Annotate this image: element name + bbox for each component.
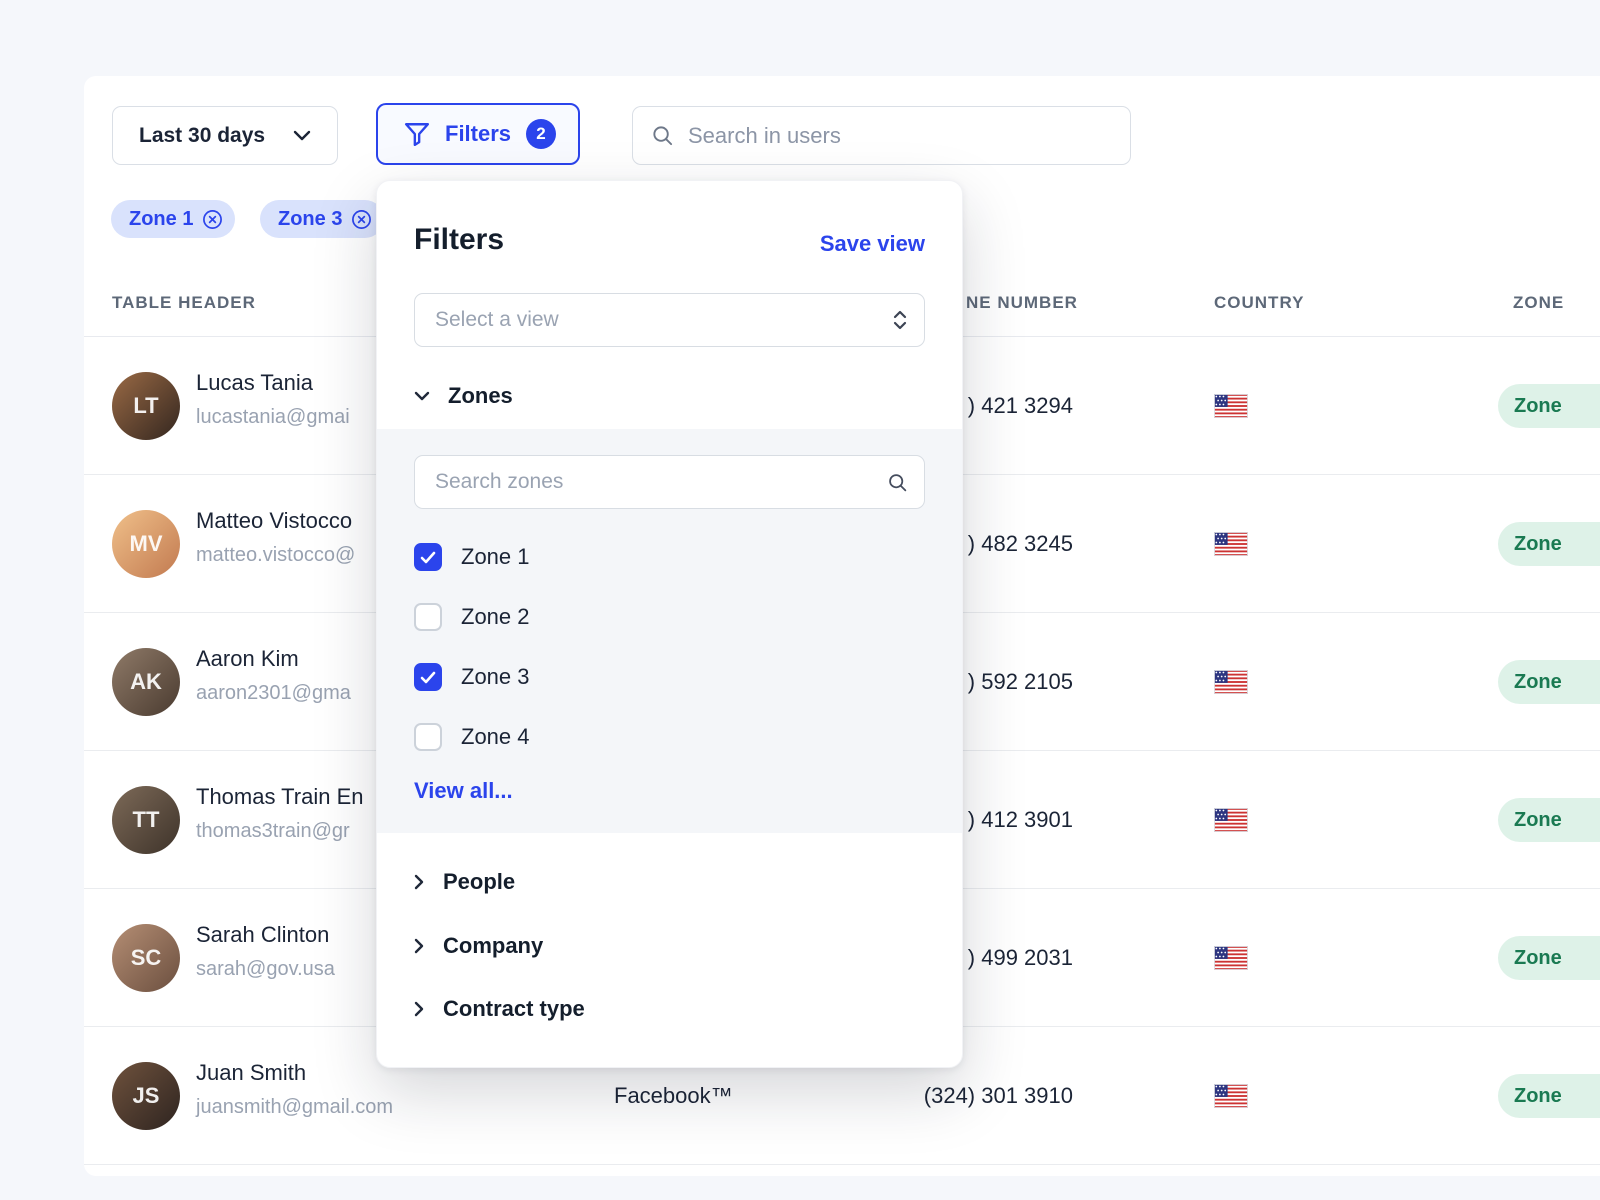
avatar: TT — [112, 786, 180, 854]
section-label-zones: Zones — [448, 383, 513, 409]
checkbox[interactable] — [414, 603, 442, 631]
search-icon — [651, 124, 674, 147]
avatar: MV — [112, 510, 180, 578]
view-select-placeholder: Select a view — [435, 308, 559, 332]
zone-option-label: Zone 2 — [461, 604, 530, 630]
zone-option-label: Zone 4 — [461, 724, 530, 750]
us-flag-icon — [1214, 532, 1248, 556]
column-header-main: TABLE HEADER — [112, 293, 256, 313]
zone-badge: Zone — [1498, 522, 1600, 566]
section-toggle-contract-type[interactable]: Contract type — [414, 991, 585, 1027]
us-flag-icon — [1214, 946, 1248, 970]
user-email: matteo.vistocco@ — [196, 544, 355, 567]
check-icon — [420, 671, 436, 684]
section-label-contract-type: Contract type — [443, 996, 585, 1022]
remove-chip-icon[interactable] — [202, 209, 223, 230]
section-toggle-people[interactable]: People — [414, 864, 515, 900]
zones-search-input[interactable] — [435, 470, 875, 494]
zone-badge: Zone — [1498, 798, 1600, 842]
zones-filter-area: Zone 1 Zone 2 Zone 3 Zone 4 View all... — [377, 429, 962, 833]
view-all-link[interactable]: View all... — [414, 778, 513, 804]
avatar-initials: MV — [130, 531, 163, 557]
column-header-zone: ZONE — [1513, 293, 1564, 313]
user-email: lucastania@gmai — [196, 406, 350, 429]
section-label-company: Company — [443, 933, 543, 959]
chevron-right-icon — [414, 874, 424, 890]
avatar-initials: LT — [133, 393, 158, 419]
zone-badge: Zone — [1498, 1074, 1600, 1118]
column-header-phone: NE NUMBER — [966, 293, 1078, 313]
chevron-right-icon — [414, 938, 424, 954]
zone-badge-label: Zone — [1514, 809, 1562, 832]
zone-badge-label: Zone — [1514, 947, 1562, 970]
filter-chip-zone-3: Zone 3 — [260, 200, 384, 238]
user-name: Lucas Tania — [196, 370, 313, 396]
save-view-link[interactable]: Save view — [820, 231, 925, 257]
avatar-initials: TT — [133, 807, 160, 833]
user-email: juansmith@gmail.com — [196, 1096, 393, 1119]
filters-count-badge: 2 — [526, 119, 556, 149]
checkbox[interactable] — [414, 663, 442, 691]
zone-option[interactable]: Zone 4 — [414, 707, 530, 767]
zone-badge-label: Zone — [1514, 671, 1562, 694]
users-search — [632, 106, 1131, 165]
zone-badge: Zone — [1498, 384, 1600, 428]
zone-option-label: Zone 3 — [461, 664, 530, 690]
us-flag-icon — [1214, 394, 1248, 418]
filters-panel-title: Filters — [414, 223, 504, 257]
zone-option[interactable]: Zone 3 — [414, 647, 530, 707]
section-label-people: People — [443, 869, 515, 895]
user-name: Aaron Kim — [196, 646, 299, 672]
avatar-initials: AK — [130, 669, 162, 695]
avatar: AK — [112, 648, 180, 716]
avatar-initials: SC — [131, 945, 162, 971]
zone-badge-label: Zone — [1514, 395, 1562, 418]
zone-badge: Zone — [1498, 660, 1600, 704]
zone-badge: Zone — [1498, 936, 1600, 980]
filter-chip-zone-1: Zone 1 — [111, 200, 235, 238]
chevron-right-icon — [414, 1001, 424, 1017]
user-name: Matteo Vistocco — [196, 508, 352, 534]
filter-chip-label: Zone 1 — [129, 208, 193, 231]
user-email: aaron2301@gma — [196, 682, 351, 705]
select-updown-icon — [892, 308, 908, 332]
section-toggle-company[interactable]: Company — [414, 928, 543, 964]
us-flag-icon — [1214, 808, 1248, 832]
check-icon — [420, 551, 436, 564]
avatar-initials: JS — [133, 1083, 160, 1109]
avatar: LT — [112, 372, 180, 440]
filter-chip-label: Zone 3 — [278, 208, 342, 231]
filters-button[interactable]: Filters 2 — [376, 103, 580, 165]
filters-panel: Filters Save view Select a view Zones Zo… — [376, 180, 963, 1068]
filter-funnel-icon — [404, 122, 430, 146]
avatar: SC — [112, 924, 180, 992]
user-email: thomas3train@gr — [196, 820, 350, 843]
column-header-country: COUNTRY — [1214, 293, 1304, 313]
user-name: Sarah Clinton — [196, 922, 329, 948]
date-range-label: Last 30 days — [139, 124, 265, 148]
chevron-down-icon — [293, 130, 311, 141]
user-name: Juan Smith — [196, 1060, 306, 1086]
us-flag-icon — [1214, 670, 1248, 694]
zone-option[interactable]: Zone 1 — [414, 527, 530, 587]
user-name: Thomas Train En — [196, 784, 364, 810]
view-select[interactable]: Select a view — [414, 293, 925, 347]
zone-badge-label: Zone — [1514, 1085, 1562, 1108]
remove-chip-icon[interactable] — [351, 209, 372, 230]
avatar: JS — [112, 1062, 180, 1130]
search-input[interactable] — [688, 123, 1112, 149]
chevron-down-icon — [414, 391, 430, 401]
filters-button-label: Filters — [445, 121, 511, 147]
date-range-button[interactable]: Last 30 days — [112, 106, 338, 165]
zones-search — [414, 455, 925, 509]
zone-option[interactable]: Zone 2 — [414, 587, 530, 647]
us-flag-icon — [1214, 1084, 1248, 1108]
section-toggle-zones[interactable]: Zones — [414, 380, 513, 412]
zone-badge-label: Zone — [1514, 533, 1562, 556]
checkbox[interactable] — [414, 543, 442, 571]
search-icon — [887, 472, 908, 493]
user-email: sarah@gov.usa — [196, 958, 335, 981]
checkbox[interactable] — [414, 723, 442, 751]
zone-option-label: Zone 1 — [461, 544, 530, 570]
